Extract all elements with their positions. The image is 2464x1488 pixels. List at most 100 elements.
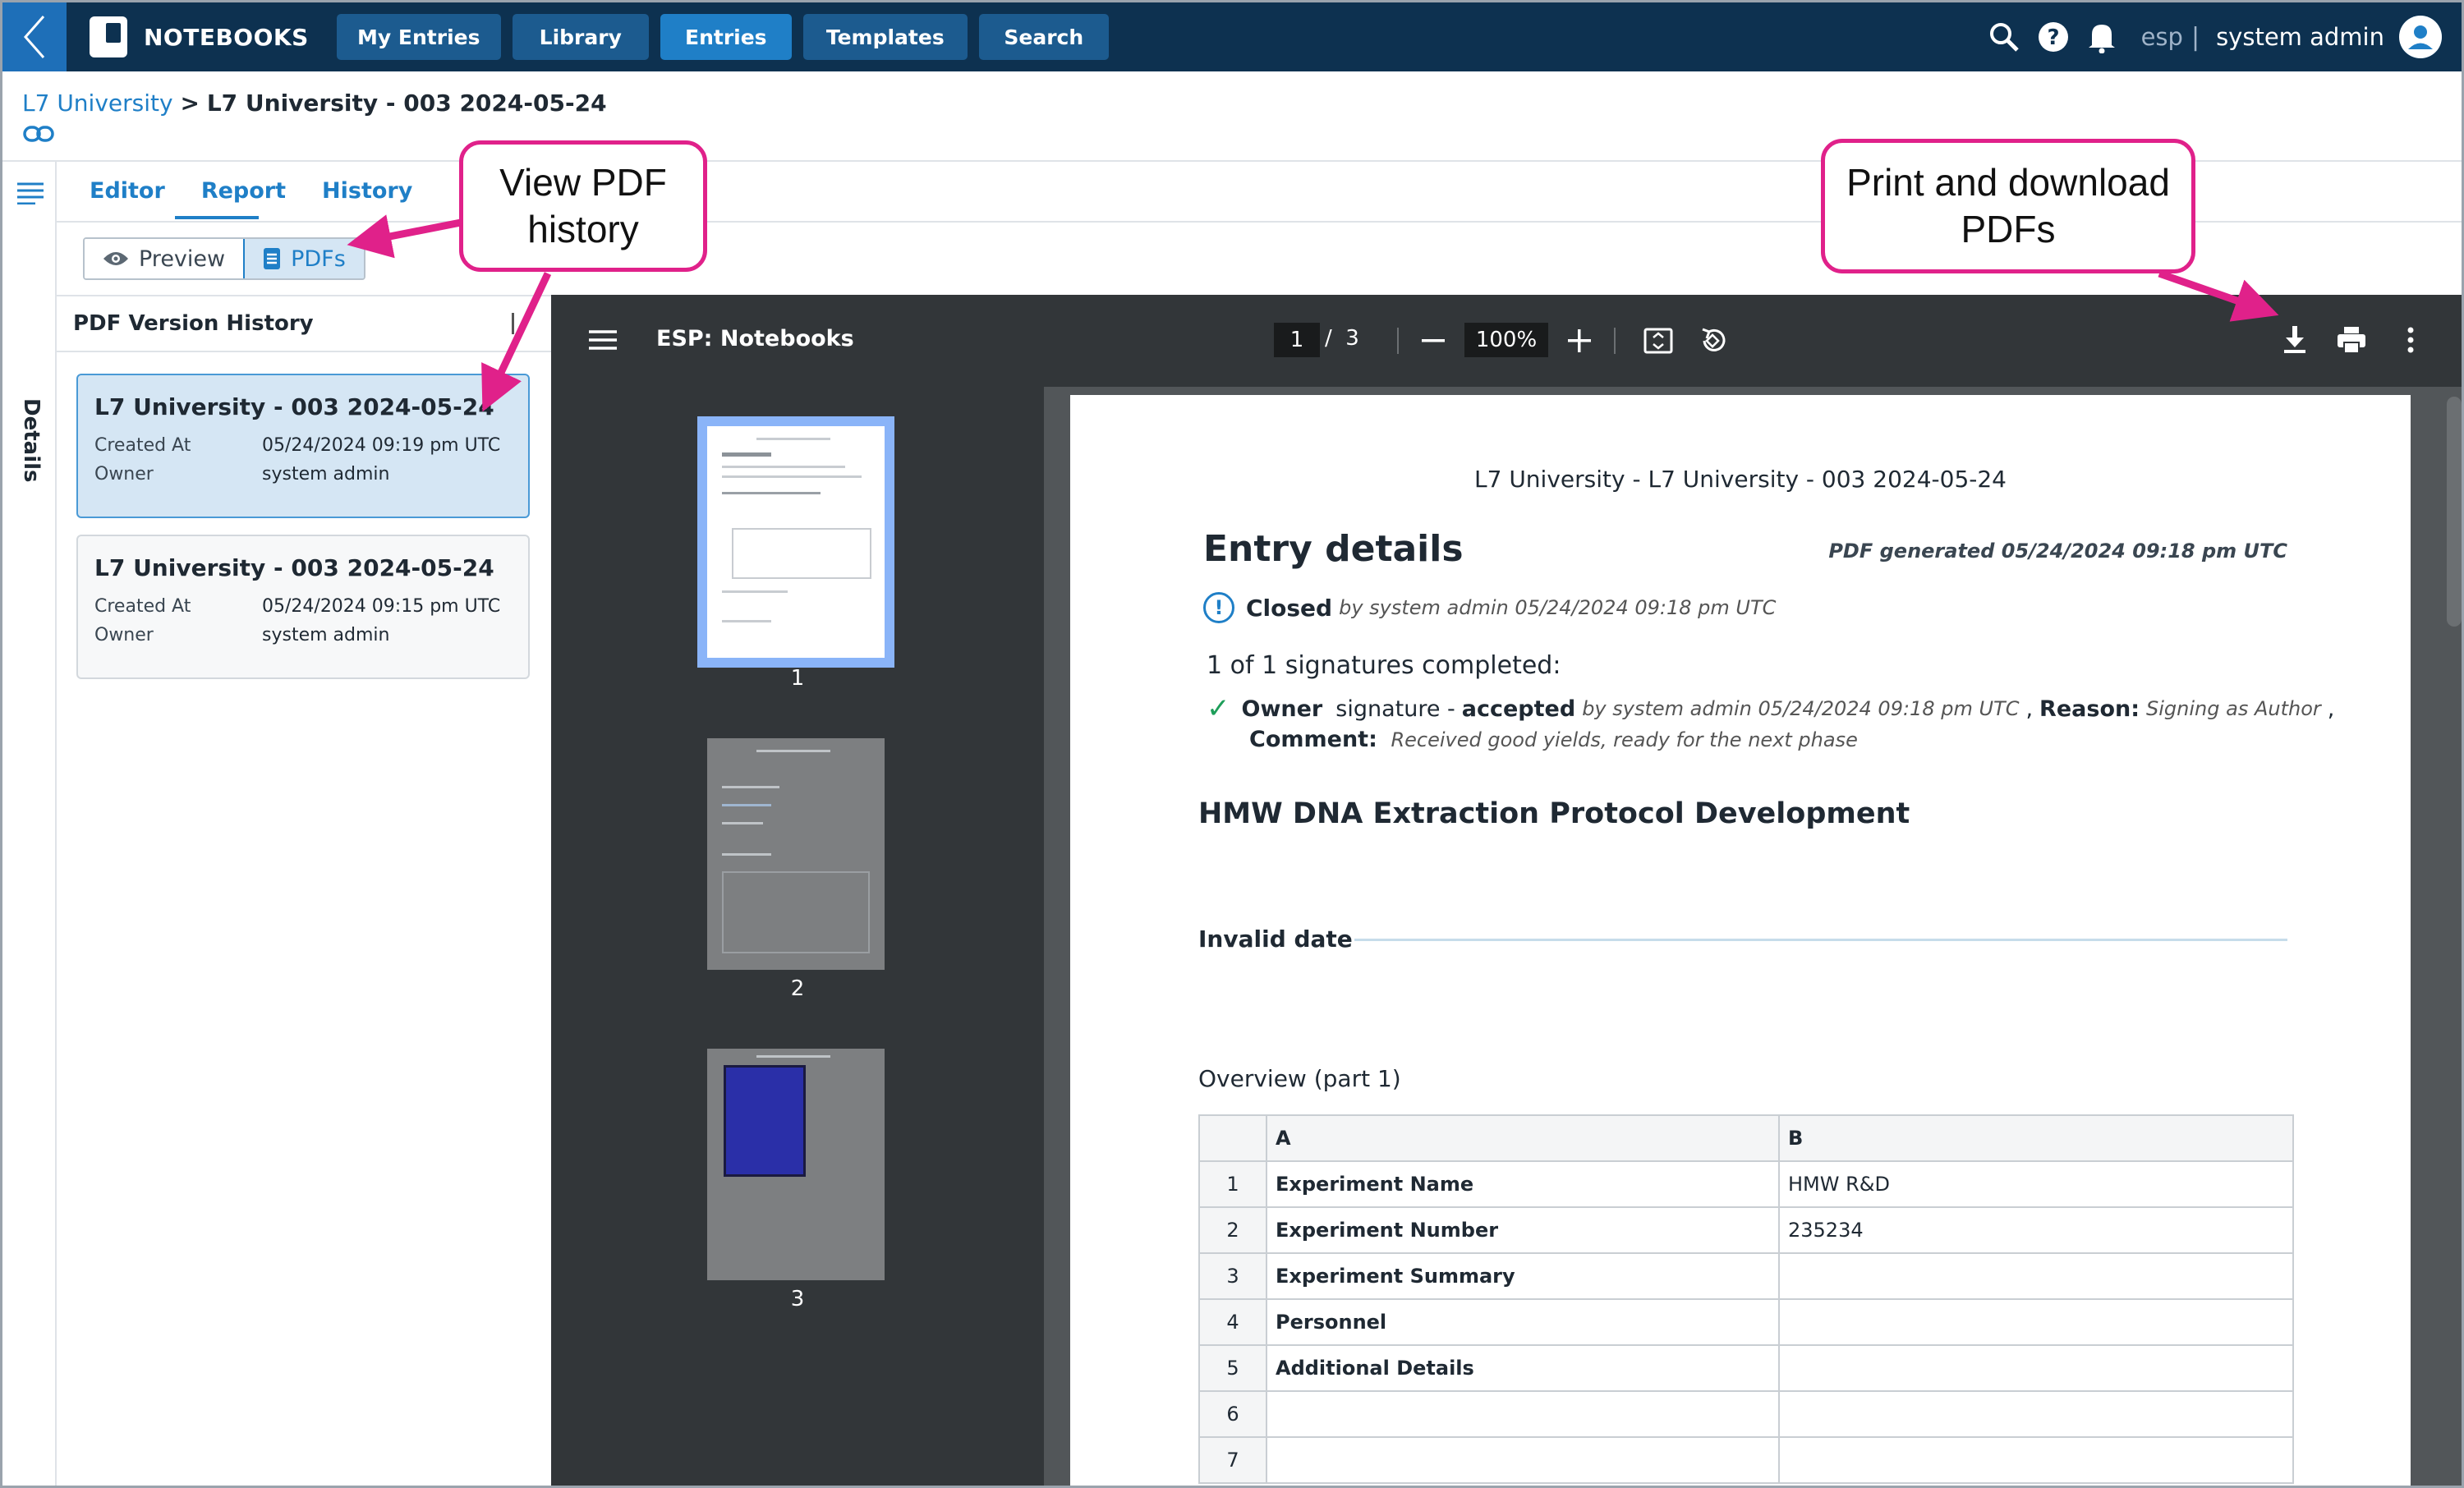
signatures-summary: 1 of 1 signatures completed: xyxy=(1207,651,1561,680)
pdf-viewer-toolbar: ESP: Notebooks 1 / 3 100% xyxy=(551,295,2462,387)
thumbnail-pane: 1 2 3 xyxy=(551,387,1044,1486)
nav-templates[interactable]: Templates xyxy=(802,14,968,60)
link-icon[interactable] xyxy=(22,124,55,147)
reason-value: Signing as Author xyxy=(2146,697,2321,720)
page-thumbnail[interactable] xyxy=(707,1049,885,1280)
info-icon: ! xyxy=(1203,592,1234,623)
pdf-version-card[interactable]: L7 University - 003 2024-05-24 Created A… xyxy=(76,374,530,518)
rotate-icon[interactable] xyxy=(1698,326,1727,356)
pdf-version-title: L7 University - 003 2024-05-24 xyxy=(94,554,494,581)
page-number-input[interactable]: 1 xyxy=(1274,323,1320,357)
fit-page-icon[interactable] xyxy=(1643,328,1673,354)
brand-name: NOTEBOOKS xyxy=(144,23,309,51)
back-button[interactable] xyxy=(2,2,67,71)
pdf-generated-stamp: PDF generated 05/24/2024 09:18 pm UTC xyxy=(1828,540,2287,563)
nav-search[interactable]: Search xyxy=(978,14,1109,60)
chevron-left-icon xyxy=(24,16,45,58)
active-tab-indicator xyxy=(175,216,259,219)
date-divider xyxy=(1354,939,2287,941)
pdfs-button[interactable]: PDFs xyxy=(243,239,364,278)
top-nav-bar: NOTEBOOKS My Entries Library Entries Tem… xyxy=(2,2,2462,71)
separator: | xyxy=(2190,22,2200,52)
document-icon xyxy=(264,248,281,269)
pdf-page: L7 University - L7 University - 003 2024… xyxy=(1070,395,2411,1486)
table-row: 2 Experiment Number 235234 xyxy=(1198,1206,2294,1254)
pdf-viewer: ESP: Notebooks 1 / 3 100% 1 2 3 L7 Unive… xyxy=(551,295,2462,1486)
preview-label: Preview xyxy=(139,246,226,272)
pdf-running-header: L7 University - L7 University - 003 2024… xyxy=(1474,466,2007,493)
comment-label: Comment: xyxy=(1249,727,1377,752)
comment-line: Comment: Received good yields, ready for… xyxy=(1249,727,1858,752)
history-top-divider xyxy=(57,295,551,296)
toolbar-divider xyxy=(1397,328,1399,354)
date-label: Invalid date xyxy=(1198,925,1353,953)
notebooks-logo[interactable]: NOTEBOOKS xyxy=(90,16,309,57)
table-row: 1 Experiment Name HMW R&D xyxy=(1198,1160,2294,1208)
entry-details-heading: Entry details xyxy=(1203,528,1464,570)
user-name[interactable]: system admin xyxy=(2216,23,2384,51)
zoom-out-icon[interactable] xyxy=(1422,339,1445,342)
zoom-level[interactable]: 100% xyxy=(1464,323,1548,357)
svg-text:?: ? xyxy=(2047,25,2059,50)
signature-role: Owner xyxy=(1241,696,1323,722)
view-toggle: Preview PDFs xyxy=(83,237,365,280)
table-row: 5 Additional Details xyxy=(1198,1344,2294,1392)
checkmark-icon: ✓ xyxy=(1207,692,1230,725)
user-avatar-icon[interactable] xyxy=(2399,16,2442,58)
breadcrumb: L7 University > L7 University - 003 2024… xyxy=(22,90,607,117)
resize-handle[interactable] xyxy=(512,313,514,334)
hamburger-menu-icon[interactable] xyxy=(589,329,617,351)
status-label: Closed xyxy=(1246,594,1333,622)
thumbnail-page-number: 1 xyxy=(790,666,805,691)
signature-state: accepted xyxy=(1461,696,1576,722)
breadcrumb-separator: > xyxy=(180,90,200,117)
callout-print-download: Print and download PDFs xyxy=(1821,139,2195,273)
nav-menu: My Entries Library Entries Templates Sea… xyxy=(325,14,1109,60)
download-icon[interactable] xyxy=(2282,326,2307,354)
eye-icon xyxy=(103,252,128,265)
page-total: / 3 xyxy=(1325,326,1359,351)
more-options-icon[interactable] xyxy=(2407,326,2414,354)
bell-icon[interactable] xyxy=(2087,21,2117,53)
signature-meta: by system admin 05/24/2024 09:18 pm UTC xyxy=(1582,697,2020,720)
help-icon[interactable]: ? xyxy=(2038,21,2069,53)
breadcrumb-parent-link[interactable]: L7 University xyxy=(22,90,173,117)
tab-report[interactable]: Report xyxy=(201,178,286,204)
thumbnail-page-number: 3 xyxy=(790,1287,805,1311)
section-heading: HMW DNA Extraction Protocol Development xyxy=(1198,797,1910,830)
arrow-to-pdfs-button xyxy=(347,214,462,259)
app-window: NOTEBOOKS My Entries Library Entries Tem… xyxy=(0,0,2464,1488)
history-title-divider xyxy=(57,351,551,352)
top-right-controls: ? esp | system admin xyxy=(1988,2,2462,71)
tab-editor[interactable]: Editor xyxy=(90,178,165,204)
notebook-icon xyxy=(90,16,127,57)
nav-entries[interactable]: Entries xyxy=(660,14,792,60)
overview-title: Overview (part 1) xyxy=(1198,1065,1401,1092)
table-row: 3 Experiment Summary xyxy=(1198,1252,2294,1300)
pdf-version-title: L7 University - 003 2024-05-24 xyxy=(94,393,494,420)
page-thumbnail[interactable] xyxy=(707,738,885,970)
preview-button[interactable]: Preview xyxy=(85,239,244,278)
pdf-version-owner: Owner system admin xyxy=(94,464,390,485)
zoom-in-icon[interactable] xyxy=(1568,329,1591,352)
view-tabs: Editor Report History xyxy=(90,178,448,204)
tab-history[interactable]: History xyxy=(322,178,412,204)
details-tab[interactable]: Details xyxy=(19,398,44,489)
pdf-scrollbar[interactable] xyxy=(2447,397,2462,627)
menu-lines-icon[interactable] xyxy=(17,181,44,208)
page-thumbnail[interactable] xyxy=(697,416,894,668)
reason-label: Reason: xyxy=(2039,696,2140,722)
entry-status: ! Closed by system admin 05/24/2024 09:1… xyxy=(1203,592,1776,623)
thumbnail-page-number: 2 xyxy=(790,976,805,1001)
search-icon[interactable] xyxy=(1988,21,2020,53)
pdf-version-card[interactable]: L7 University - 003 2024-05-24 Created A… xyxy=(76,535,530,679)
nav-library[interactable]: Library xyxy=(512,14,649,60)
status-meta: by system admin 05/24/2024 09:18 pm UTC xyxy=(1339,596,1777,619)
print-icon[interactable] xyxy=(2337,326,2366,354)
nav-my-entries[interactable]: My Entries xyxy=(336,14,501,60)
signature-line: ✓ Owner signature - accepted by system a… xyxy=(1207,692,2335,725)
toolbar-divider xyxy=(1614,328,1616,354)
breadcrumb-current: L7 University - 003 2024-05-24 xyxy=(206,90,607,117)
workspace-label[interactable]: esp xyxy=(2141,23,2183,51)
pdf-viewer-title: ESP: Notebooks xyxy=(656,326,854,351)
